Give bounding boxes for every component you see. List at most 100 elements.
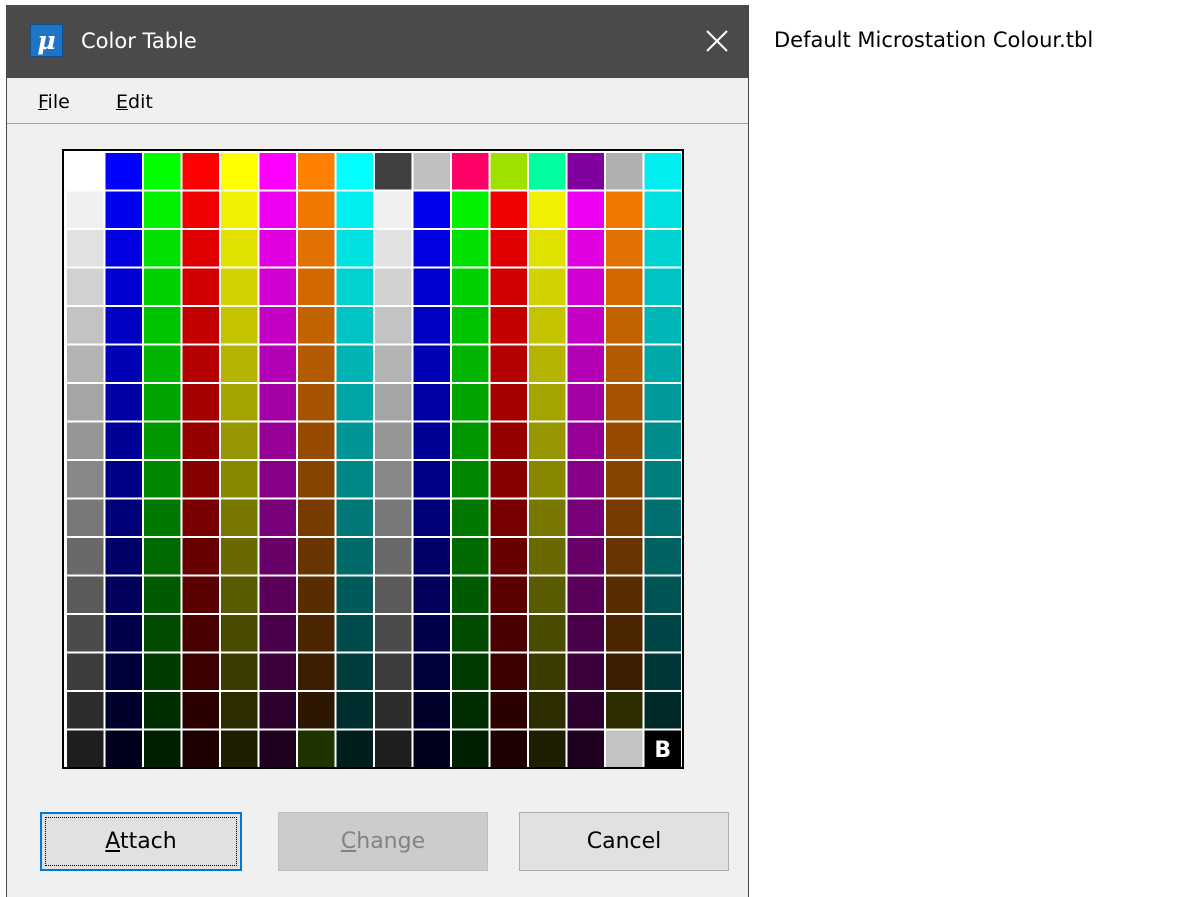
color-cell-156[interactable] xyxy=(529,499,566,537)
color-cell-234[interactable] xyxy=(452,692,489,729)
color-cell-212[interactable] xyxy=(221,653,258,691)
color-cell-172[interactable] xyxy=(529,538,566,575)
color-cell-149[interactable] xyxy=(259,499,297,537)
color-cell-161[interactable] xyxy=(105,538,143,575)
color-cell-11[interactable] xyxy=(490,153,528,190)
color-cell-144[interactable] xyxy=(67,499,104,537)
color-cell-125[interactable] xyxy=(567,422,605,460)
color-cell-21[interactable] xyxy=(259,191,297,229)
color-cell-83[interactable] xyxy=(182,345,220,383)
color-cell-36[interactable] xyxy=(221,230,258,267)
color-cell-69[interactable] xyxy=(259,307,297,344)
color-cell-170[interactable] xyxy=(452,538,489,575)
color-cell-29[interactable] xyxy=(567,191,605,229)
color-cell-253[interactable] xyxy=(567,730,605,768)
color-cell-35[interactable] xyxy=(182,230,220,267)
color-cell-165[interactable] xyxy=(259,538,297,575)
color-cell-189[interactable] xyxy=(567,576,605,614)
color-cell-163[interactable] xyxy=(182,538,220,575)
color-cell-71[interactable] xyxy=(336,307,374,344)
color-cell-231[interactable] xyxy=(336,692,374,729)
color-cell-249[interactable] xyxy=(413,730,451,768)
color-cell-113[interactable] xyxy=(105,422,143,460)
color-cell-184[interactable] xyxy=(375,576,412,614)
color-cell-192[interactable] xyxy=(67,615,104,652)
color-cell-42[interactable] xyxy=(452,230,489,267)
color-cell-24[interactable] xyxy=(375,191,412,229)
color-cell-87[interactable] xyxy=(336,345,374,383)
color-cell-225[interactable] xyxy=(105,692,143,729)
color-cell-238[interactable] xyxy=(606,692,643,729)
color-cell-151[interactable] xyxy=(336,499,374,537)
close-button[interactable] xyxy=(688,5,748,78)
color-cell-128[interactable] xyxy=(67,461,104,498)
color-cell-57[interactable] xyxy=(413,268,451,306)
color-cell-91[interactable] xyxy=(490,345,528,383)
color-cell-146[interactable] xyxy=(144,499,181,537)
color-cell-5[interactable] xyxy=(259,153,297,190)
color-cell-73[interactable] xyxy=(413,307,451,344)
color-cell-22[interactable] xyxy=(298,191,335,229)
color-cell-60[interactable] xyxy=(529,268,566,306)
color-cell-140[interactable] xyxy=(529,461,566,498)
color-cell-241[interactable] xyxy=(105,730,143,768)
color-cell-180[interactable] xyxy=(221,576,258,614)
color-cell-50[interactable] xyxy=(144,268,181,306)
color-cell-88[interactable] xyxy=(375,345,412,383)
color-cell-188[interactable] xyxy=(529,576,566,614)
color-cell-162[interactable] xyxy=(144,538,181,575)
color-cell-40[interactable] xyxy=(375,230,412,267)
color-cell-215[interactable] xyxy=(336,653,374,691)
color-cell-95[interactable] xyxy=(644,345,682,383)
color-cell-130[interactable] xyxy=(144,461,181,498)
color-cell-1[interactable] xyxy=(105,153,143,190)
color-cell-195[interactable] xyxy=(182,615,220,652)
color-cell-219[interactable] xyxy=(490,653,528,691)
color-cell-106[interactable] xyxy=(452,384,489,421)
color-cell-68[interactable] xyxy=(221,307,258,344)
color-cell-178[interactable] xyxy=(144,576,181,614)
color-cell-81[interactable] xyxy=(105,345,143,383)
color-cell-17[interactable] xyxy=(105,191,143,229)
color-cell-145[interactable] xyxy=(105,499,143,537)
color-cell-183[interactable] xyxy=(336,576,374,614)
color-cell-97[interactable] xyxy=(105,384,143,421)
color-cell-200[interactable] xyxy=(375,615,412,652)
color-cell-31[interactable] xyxy=(644,191,682,229)
color-cell-158[interactable] xyxy=(606,499,643,537)
color-cell-132[interactable] xyxy=(221,461,258,498)
color-cell-222[interactable] xyxy=(606,653,643,691)
title-bar[interactable]: μ Color Table xyxy=(7,5,748,78)
color-cell-233[interactable] xyxy=(413,692,451,729)
color-cell-206[interactable] xyxy=(606,615,643,652)
color-cell-167[interactable] xyxy=(336,538,374,575)
color-cell-194[interactable] xyxy=(144,615,181,652)
color-cell-122[interactable] xyxy=(452,422,489,460)
color-cell-59[interactable] xyxy=(490,268,528,306)
color-cell-141[interactable] xyxy=(567,461,605,498)
color-cell-127[interactable] xyxy=(644,422,682,460)
color-cell-221[interactable] xyxy=(567,653,605,691)
color-cell-66[interactable] xyxy=(144,307,181,344)
color-cell-196[interactable] xyxy=(221,615,258,652)
color-cell-34[interactable] xyxy=(144,230,181,267)
color-cell-208[interactable] xyxy=(67,653,104,691)
color-cell-237[interactable] xyxy=(567,692,605,729)
color-cell-220[interactable] xyxy=(529,653,566,691)
color-cell-46[interactable] xyxy=(606,230,643,267)
color-cell-226[interactable] xyxy=(144,692,181,729)
color-cell-54[interactable] xyxy=(298,268,335,306)
color-cell-100[interactable] xyxy=(221,384,258,421)
color-cell-51[interactable] xyxy=(182,268,220,306)
color-cell-56[interactable] xyxy=(375,268,412,306)
menu-file[interactable]: File xyxy=(38,89,70,115)
color-cell-32[interactable] xyxy=(67,230,104,267)
color-cell-201[interactable] xyxy=(413,615,451,652)
color-cell-135[interactable] xyxy=(336,461,374,498)
color-cell-218[interactable] xyxy=(452,653,489,691)
color-cell-213[interactable] xyxy=(259,653,297,691)
color-cell-250[interactable] xyxy=(452,730,489,768)
color-cell-211[interactable] xyxy=(182,653,220,691)
color-cell-242[interactable] xyxy=(144,730,181,768)
color-cell-191[interactable] xyxy=(644,576,682,614)
